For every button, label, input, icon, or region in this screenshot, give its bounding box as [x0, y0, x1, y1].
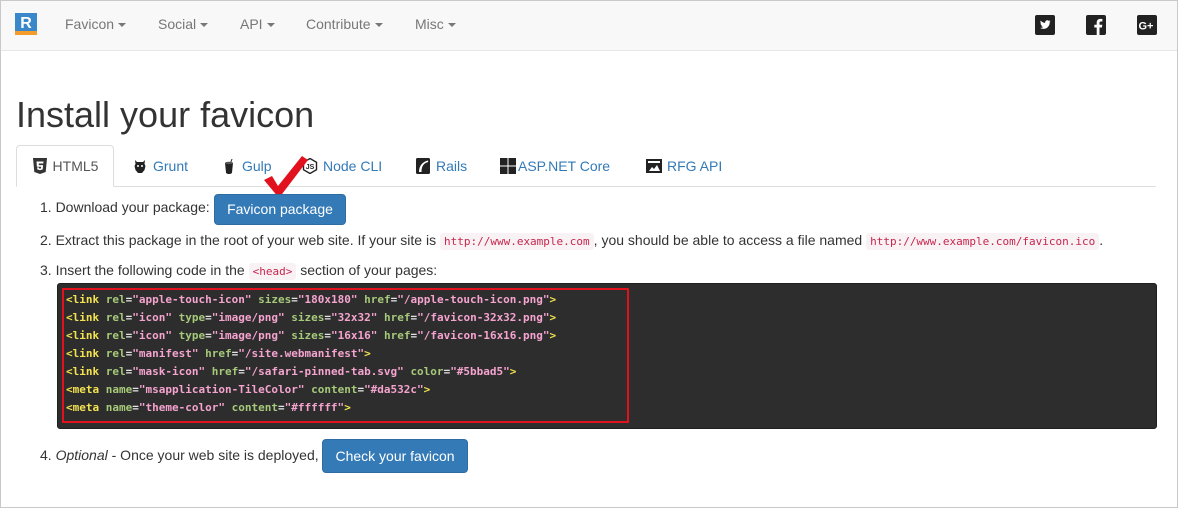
svg-text:G+: G+ — [1139, 21, 1154, 33]
nav-social-label: Social — [158, 16, 197, 32]
tab-grunt-label: Grunt — [153, 158, 189, 174]
step-4: 4. Optional - Once your web site is depl… — [40, 447, 319, 463]
example-url-code: http://www.example.com — [439, 233, 594, 250]
tab-aspnet-core[interactable]: ASP.NET Core — [500, 146, 610, 186]
step-2: 2. Extract this package in the root of y… — [40, 232, 1104, 250]
tab-html5-label: HTML5 — [52, 158, 99, 174]
step-4-number: 4. — [40, 447, 52, 463]
tab-aspnet-core-label: ASP.NET Core — [518, 158, 611, 174]
code-line: <meta name="msapplication-TileColor" con… — [66, 383, 431, 396]
navbar: R Favicon Social API Contribute Misc G+ — [1, 1, 1177, 51]
facebook-icon[interactable] — [1086, 15, 1106, 35]
tab-node-cli-label: Node CLI — [323, 158, 383, 174]
tab-rails-label: Rails — [436, 158, 468, 174]
tab-grunt[interactable]: Grunt — [132, 146, 188, 186]
step-3: 3. Insert the following code in the <hea… — [40, 262, 438, 280]
grunt-icon — [134, 160, 146, 173]
nav-contribute-label: Contribute — [306, 16, 371, 32]
html5-icon — [32, 158, 47, 174]
step-4-optional: Optional — [55, 447, 108, 463]
realfavicongenerator-logo[interactable]: R — [15, 13, 37, 35]
tabs-underline — [16, 186, 1156, 187]
page-title: Install your favicon — [16, 94, 315, 135]
code-line: <link rel="mask-icon" href="/safari-pinn… — [66, 365, 517, 378]
head-tag-code: <head> — [248, 263, 297, 280]
favicon-package-button[interactable]: Favicon package — [214, 194, 346, 225]
step-2-suffix: . — [1099, 232, 1104, 248]
step-1-text: 1. Download your package: — [40, 199, 210, 215]
page-frame — [0, 0, 1178, 508]
caret-down-icon — [266, 23, 275, 28]
step-2-prefix: 2. Extract this package in the root of y… — [40, 232, 437, 248]
nav-misc-label: Misc — [415, 16, 444, 32]
windows-icon — [500, 158, 516, 174]
step-3-suffix: section of your pages: — [300, 262, 438, 278]
nav-favicon-label: Favicon — [65, 16, 115, 32]
gulp-icon — [225, 159, 233, 174]
caret-down-icon — [447, 23, 456, 28]
step-3-prefix: 3. Insert the following code in the — [40, 262, 245, 278]
nav-misc[interactable]: Misc — [415, 16, 456, 32]
step-4-text: - Once your web site is deployed, — [111, 447, 319, 463]
favicon-url-code: http://www.example.com/favicon.ico — [866, 233, 1100, 250]
caret-down-icon — [200, 23, 209, 28]
code-line: <link rel="manifest" href="/site.webmani… — [66, 347, 371, 360]
code-line: <link rel="apple-touch-icon" sizes="180x… — [66, 293, 557, 306]
check-your-favicon-button[interactable]: Check your favicon — [322, 439, 468, 473]
nav-api-label: API — [240, 16, 263, 32]
nav-social[interactable]: Social — [158, 16, 209, 32]
step-1: 1. Download your package: — [40, 199, 210, 215]
google-plus-icon[interactable]: G+ — [1137, 15, 1157, 35]
caret-down-icon — [374, 23, 383, 28]
caret-down-icon — [118, 23, 127, 28]
rfg-api-icon — [646, 159, 662, 173]
nav-api[interactable]: API — [240, 16, 275, 32]
logo-letter: R — [20, 15, 32, 32]
code-line: <link rel="icon" type="image/png" sizes=… — [66, 311, 557, 324]
nav-contribute[interactable]: Contribute — [306, 16, 383, 32]
tab-rfg-api-label: RFG API — [667, 158, 723, 174]
code-line: <link rel="icon" type="image/png" sizes=… — [66, 329, 557, 342]
tab-rails[interactable]: Rails — [415, 146, 467, 186]
nav-favicon[interactable]: Favicon — [65, 16, 127, 32]
tab-node-cli[interactable]: JS Node CLI — [302, 146, 382, 186]
tab-rfg-api[interactable]: RFG API — [646, 146, 722, 186]
rails-icon — [416, 158, 430, 174]
twitter-icon[interactable] — [1035, 15, 1055, 35]
code-line: <meta name="theme-color" content="#fffff… — [66, 401, 351, 414]
tab-html5[interactable]: HTML5 — [16, 145, 114, 187]
step-2-middle: , you should be able to access a file na… — [593, 232, 863, 248]
